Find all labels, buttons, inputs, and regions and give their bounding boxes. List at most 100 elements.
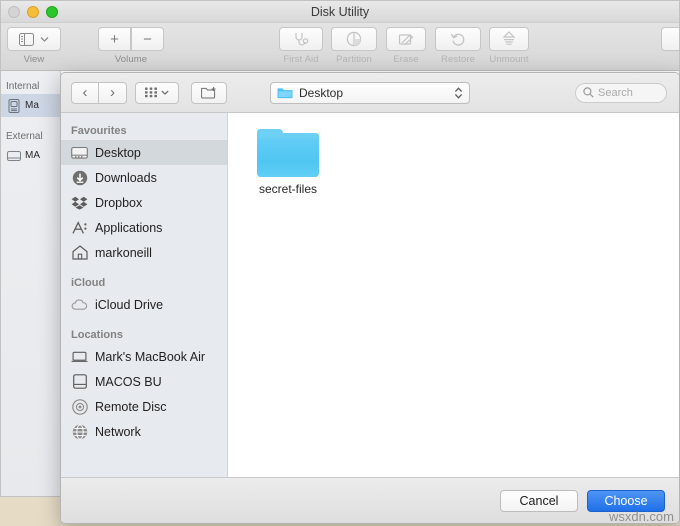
new-folder-icon (201, 86, 217, 99)
sidebar-item-label: markoneill (95, 245, 152, 260)
path-popup-button[interactable]: Desktop (270, 81, 470, 104)
sidebar-item-label: Downloads (95, 170, 157, 185)
internal-disk-icon (5, 97, 22, 114)
sidebar-item-label: Mark's MacBook Air (95, 349, 206, 364)
file-item-folder[interactable]: secret-files (242, 129, 334, 196)
chevron-left-icon: ‹ (82, 84, 88, 101)
minimize-button[interactable] (27, 6, 39, 18)
sidebar-item-label: Desktop (95, 145, 141, 160)
add-volume-button[interactable]: + (98, 27, 131, 51)
dialog-sidebar: Favourites Desktop Downloads Dropbox App… (61, 113, 228, 477)
eject-icon (502, 31, 516, 47)
desktop-icon (71, 144, 88, 161)
toolbar-group-erase: Erase (386, 27, 426, 65)
volume-segmented-control: + − (98, 27, 164, 51)
remove-volume-button[interactable]: − (131, 27, 164, 51)
close-button[interactable] (8, 6, 20, 18)
sidebar-item-label: Remote Disc (95, 399, 167, 414)
pie-icon (346, 31, 362, 47)
app-sidebar-item-label: MA (25, 150, 40, 161)
sidebar-item-home[interactable]: markoneill (61, 240, 227, 265)
app-sidebar: Internal Ma External MA (1, 71, 61, 496)
first-aid-label: First Aid (283, 54, 319, 65)
back-button[interactable]: ‹ (71, 81, 99, 104)
app-sidebar-item-label: Ma (25, 100, 39, 111)
unmount-label: Unmount (489, 54, 529, 65)
toolbar-group-partition: Partition (331, 27, 377, 65)
erase-button[interactable] (386, 27, 426, 51)
dialog-body: Favourites Desktop Downloads Dropbox App… (61, 113, 679, 477)
window-title: Disk Utility (310, 5, 370, 19)
sidebar-item-label: Applications (95, 220, 163, 235)
erase-label: Erase (393, 54, 419, 65)
view-options-button[interactable] (135, 81, 179, 104)
sidebar-item-dropbox[interactable]: Dropbox (61, 190, 227, 215)
partition-button[interactable] (331, 27, 377, 51)
toolbar-group-restore: Restore (435, 27, 481, 65)
window-titlebar: Disk Utility (1, 1, 679, 23)
dialog-toolbar: ‹ › Desktop Search (61, 73, 679, 113)
search-icon (583, 87, 594, 98)
chevron-down-icon (40, 36, 49, 42)
sidebar-item-desktop[interactable]: Desktop (61, 140, 227, 165)
dialog-footer: Cancel Choose (61, 477, 679, 523)
traffic-lights (8, 6, 58, 18)
toolbar-group-volume: + − Volume (98, 27, 164, 65)
screen: Disk Utility View + − Volume First Aid P… (0, 0, 680, 526)
navigation-buttons: ‹ › (71, 81, 127, 104)
icloud-icon (71, 296, 88, 313)
minus-icon: − (143, 30, 152, 48)
cancel-button[interactable]: Cancel (500, 489, 578, 512)
file-browser-area[interactable]: secret-files (228, 113, 679, 477)
plus-icon: + (110, 30, 119, 48)
erase-icon (398, 32, 414, 47)
disc-icon (71, 398, 88, 415)
app-sidebar-item-internal-disk[interactable]: Ma (1, 94, 60, 117)
restore-label: Restore (441, 54, 475, 65)
forward-button[interactable]: › (99, 81, 127, 104)
external-disk-icon (5, 147, 22, 164)
app-toolbar: View + − Volume First Aid Partition Eras… (1, 23, 679, 71)
view-button[interactable] (7, 27, 61, 51)
folder-icon (257, 129, 319, 177)
blue-folder-icon (277, 86, 293, 99)
app-sidebar-header-internal: Internal (6, 81, 40, 92)
sidebar-item-label: MACOS BU (95, 374, 162, 389)
toolbar-group-view: View (7, 27, 61, 65)
toolbar-group-unmount: Unmount (489, 27, 529, 65)
chevron-down-icon (161, 90, 169, 95)
unmount-button[interactable] (489, 27, 529, 51)
restore-button[interactable] (435, 27, 481, 51)
first-aid-button[interactable] (279, 27, 323, 51)
watermark: wsxdn.com (608, 509, 674, 524)
sidebar-item-label: Network (95, 424, 141, 439)
app-sidebar-item-external-disk[interactable]: MA (1, 144, 60, 167)
sidebar-header-favourites: Favourites (71, 125, 127, 137)
sidebar-icon (19, 32, 34, 46)
applications-icon (71, 219, 88, 236)
laptop-icon (71, 348, 88, 365)
sidebar-item-downloads[interactable]: Downloads (61, 165, 227, 190)
undo-icon (450, 31, 466, 47)
sidebar-header-locations: Locations (71, 329, 123, 341)
drive-icon (71, 373, 88, 390)
sidebar-header-icloud: iCloud (71, 277, 106, 289)
sidebar-item-remote-disc[interactable]: Remote Disc (61, 394, 227, 419)
path-popup-label: Desktop (299, 85, 344, 100)
stethoscope-icon (293, 32, 309, 47)
new-folder-button[interactable] (191, 81, 227, 104)
sidebar-item-applications[interactable]: Applications (61, 215, 227, 240)
chevron-right-icon: › (110, 84, 115, 101)
sidebar-item-macos-bu[interactable]: MACOS BU (61, 369, 227, 394)
sidebar-item-label: Dropbox (95, 195, 143, 210)
search-field[interactable]: Search (575, 82, 667, 103)
sidebar-item-icloud-drive[interactable]: iCloud Drive (61, 292, 227, 317)
info-button[interactable] (661, 27, 679, 51)
sidebar-item-network[interactable]: Network (61, 419, 227, 444)
home-icon (71, 244, 88, 261)
app-sidebar-header-external: External (6, 131, 43, 142)
maximize-button[interactable] (46, 6, 58, 18)
sidebar-item-macbook-air[interactable]: Mark's MacBook Air (61, 344, 227, 369)
search-placeholder: Search (598, 86, 633, 99)
toolbar-group-first-aid: First Aid (279, 27, 323, 65)
